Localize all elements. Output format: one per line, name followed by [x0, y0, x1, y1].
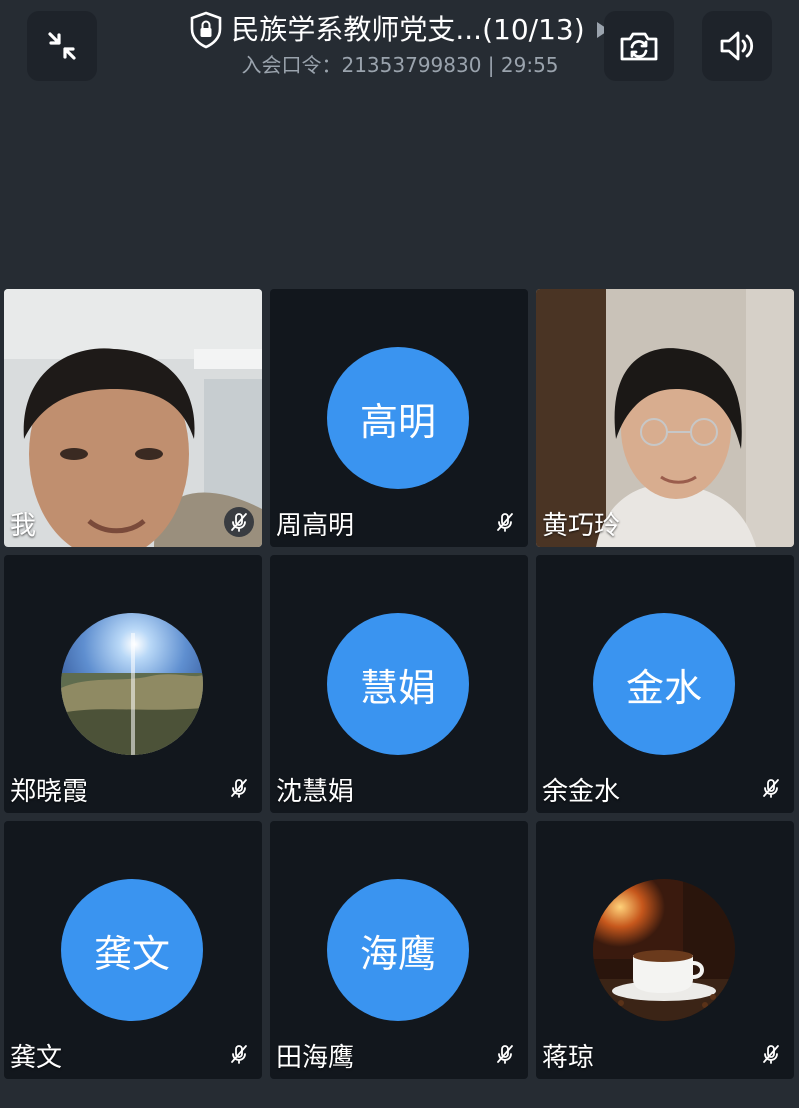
participant-grid: 我 高明 周高明 黄巧玲 郑晓霞 慧娟 沈慧娟 金水 余金水 龚文 龚文 海鹰 … — [4, 289, 794, 1079]
mic-muted-icon — [756, 773, 786, 803]
participant-avatar: 金水 — [593, 613, 735, 755]
mic-muted-icon — [224, 773, 254, 803]
participant-avatar: 海鹰 — [327, 879, 469, 1021]
participant-name: 郑晓霞 — [10, 777, 89, 807]
participant-tile[interactable]: 慧娟 沈慧娟 — [270, 555, 528, 813]
coffee-cup-avatar — [593, 879, 735, 1021]
participant-video-feed — [536, 289, 794, 547]
participant-tile[interactable]: 金水 余金水 — [536, 555, 794, 813]
camera-switch-button[interactable] — [604, 11, 674, 81]
participant-avatar: 高明 — [327, 347, 469, 489]
participant-tile[interactable]: 黄巧玲 — [536, 289, 794, 547]
participant-tile[interactable]: 高明 周高明 — [270, 289, 528, 547]
camera-switch-icon — [620, 32, 658, 61]
participant-tile-self[interactable]: 我 — [4, 289, 262, 547]
shield-lock-icon — [191, 11, 222, 49]
meeting-code-timer: 入会口令：21353799830 | 29:55 — [241, 53, 559, 77]
participant-avatar: 慧娟 — [327, 613, 469, 755]
participant-tile[interactable]: 海鹰 田海鹰 — [270, 821, 528, 1079]
speaker-button[interactable] — [702, 11, 772, 81]
mic-muted-icon — [224, 507, 254, 537]
sunlit-grass-avatar — [61, 613, 203, 755]
self-video-feed — [4, 289, 262, 547]
mic-muted-icon — [756, 1039, 786, 1069]
mic-muted-icon — [490, 1039, 520, 1069]
minimize-button[interactable] — [27, 11, 97, 81]
participant-name: 周高明 — [276, 511, 355, 541]
participant-tile[interactable]: 郑晓霞 — [4, 555, 262, 813]
participant-name: 沈慧娟 — [276, 777, 355, 807]
top-bar: 民族学系教师党支...(10/13) 入会口令：21353799830 | 29… — [0, 0, 799, 110]
participant-tile[interactable]: 蒋琼 — [536, 821, 794, 1079]
participant-name: 余金水 — [542, 777, 621, 807]
speaker-icon — [720, 31, 754, 61]
participant-avatar: 龚文 — [61, 879, 203, 1021]
participant-name: 蒋琼 — [542, 1043, 595, 1073]
participant-name: 龚文 — [10, 1043, 63, 1073]
mic-muted-icon — [224, 1039, 254, 1069]
meeting-info[interactable]: 民族学系教师党支...(10/13) 入会口令：21353799830 | 29… — [170, 10, 630, 78]
meeting-title: 民族学系教师党支...(10/13) — [231, 13, 585, 46]
minimize-arrows-icon — [48, 32, 76, 60]
participant-name: 我 — [10, 511, 37, 541]
participant-name: 田海鹰 — [276, 1043, 355, 1073]
mic-muted-icon — [490, 507, 520, 537]
participant-name: 黄巧玲 — [542, 511, 621, 541]
participant-tile[interactable]: 龚文 龚文 — [4, 821, 262, 1079]
